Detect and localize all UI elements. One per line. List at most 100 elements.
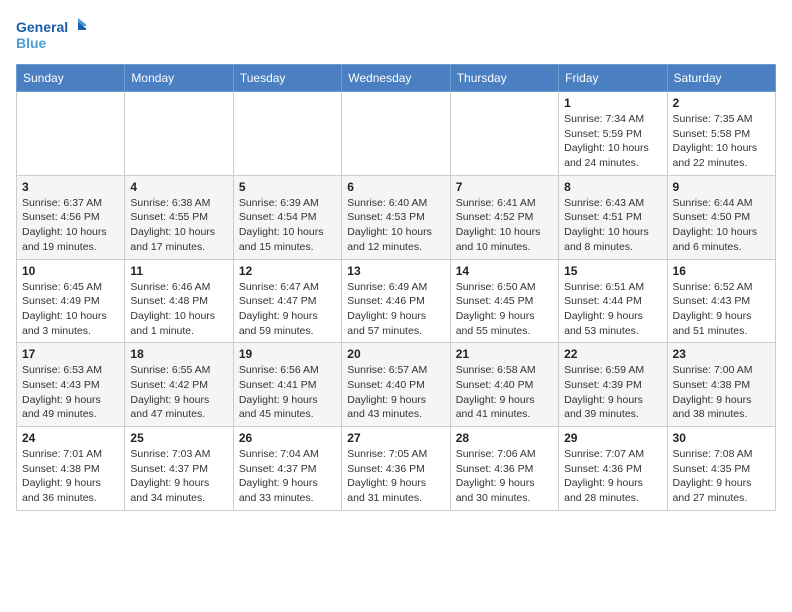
day-info: Sunrise: 6:46 AMSunset: 4:48 PMDaylight:… [130, 280, 227, 339]
day-info: Sunrise: 6:45 AMSunset: 4:49 PMDaylight:… [22, 280, 119, 339]
calendar-cell: 8 Sunrise: 6:43 AMSunset: 4:51 PMDaylight… [559, 175, 667, 259]
day-number: 15 [564, 264, 661, 278]
calendar-cell [125, 92, 233, 176]
calendar-cell: 5 Sunrise: 6:39 AMSunset: 4:54 PMDaylight… [233, 175, 341, 259]
calendar-cell: 26 Sunrise: 7:04 AMSunset: 4:37 PMDayligh… [233, 427, 341, 511]
svg-text:Blue: Blue [16, 35, 47, 51]
day-number: 27 [347, 431, 444, 445]
day-info: Sunrise: 6:55 AMSunset: 4:42 PMDaylight:… [130, 363, 227, 422]
calendar-cell [342, 92, 450, 176]
calendar-cell: 24 Sunrise: 7:01 AMSunset: 4:38 PMDayligh… [17, 427, 125, 511]
day-number: 20 [347, 347, 444, 361]
calendar-cell: 13 Sunrise: 6:49 AMSunset: 4:46 PMDayligh… [342, 259, 450, 343]
day-number: 9 [673, 180, 770, 194]
calendar-cell: 21 Sunrise: 6:58 AMSunset: 4:40 PMDayligh… [450, 343, 558, 427]
day-number: 30 [673, 431, 770, 445]
day-info: Sunrise: 7:00 AMSunset: 4:38 PMDaylight:… [673, 363, 770, 422]
calendar-cell: 16 Sunrise: 6:52 AMSunset: 4:43 PMDayligh… [667, 259, 775, 343]
logo: General Blue [16, 16, 86, 56]
day-number: 10 [22, 264, 119, 278]
calendar-cell: 20 Sunrise: 6:57 AMSunset: 4:40 PMDayligh… [342, 343, 450, 427]
day-info: Sunrise: 6:50 AMSunset: 4:45 PMDaylight:… [456, 280, 553, 339]
calendar-cell: 25Sunrise: 7:03 AMSunset: 4:37 PMDayligh… [125, 427, 233, 511]
logo-svg: General Blue [16, 16, 86, 56]
day-number: 13 [347, 264, 444, 278]
page-header: General Blue [16, 16, 776, 56]
day-info: Sunrise: 6:44 AMSunset: 4:50 PMDaylight:… [673, 196, 770, 255]
day-number: 23 [673, 347, 770, 361]
day-header-thursday: Thursday [450, 65, 558, 92]
day-number: 16 [673, 264, 770, 278]
day-header-sunday: Sunday [17, 65, 125, 92]
day-info: Sunrise: 6:39 AMSunset: 4:54 PMDaylight:… [239, 196, 336, 255]
calendar-week-1: 1 Sunrise: 7:34 AMSunset: 5:59 PMDaylight… [17, 92, 776, 176]
day-header-tuesday: Tuesday [233, 65, 341, 92]
day-info: Sunrise: 7:03 AMSunset: 4:37 PMDaylight:… [130, 447, 227, 506]
day-info: Sunrise: 7:05 AMSunset: 4:36 PMDaylight:… [347, 447, 444, 506]
day-info: Sunrise: 6:52 AMSunset: 4:43 PMDaylight:… [673, 280, 770, 339]
calendar-cell [17, 92, 125, 176]
calendar-cell: 28 Sunrise: 7:06 AMSunset: 4:36 PMDayligh… [450, 427, 558, 511]
calendar-header-row: SundayMondayTuesdayWednesdayThursdayFrid… [17, 65, 776, 92]
day-number: 4 [130, 180, 227, 194]
day-info: Sunrise: 6:43 AMSunset: 4:51 PMDaylight:… [564, 196, 661, 255]
day-number: 1 [564, 96, 661, 110]
day-info: Sunrise: 6:58 AMSunset: 4:40 PMDaylight:… [456, 363, 553, 422]
day-info: Sunrise: 6:53 AMSunset: 4:43 PMDaylight:… [22, 363, 119, 422]
day-info: Sunrise: 6:38 AMSunset: 4:55 PMDaylight:… [130, 196, 227, 255]
calendar-cell [450, 92, 558, 176]
calendar-table: SundayMondayTuesdayWednesdayThursdayFrid… [16, 64, 776, 511]
calendar-cell: 15 Sunrise: 6:51 AMSunset: 4:44 PMDayligh… [559, 259, 667, 343]
day-number: 8 [564, 180, 661, 194]
calendar-cell: 22Sunrise: 6:59 AMSunset: 4:39 PMDayligh… [559, 343, 667, 427]
day-header-saturday: Saturday [667, 65, 775, 92]
calendar-week-3: 10 Sunrise: 6:45 AMSunset: 4:49 PMDayligh… [17, 259, 776, 343]
day-info: Sunrise: 7:04 AMSunset: 4:37 PMDaylight:… [239, 447, 336, 506]
day-info: Sunrise: 7:01 AMSunset: 4:38 PMDaylight:… [22, 447, 119, 506]
day-info: Sunrise: 6:56 AMSunset: 4:41 PMDaylight:… [239, 363, 336, 422]
calendar-cell: 10 Sunrise: 6:45 AMSunset: 4:49 PMDayligh… [17, 259, 125, 343]
day-number: 24 [22, 431, 119, 445]
calendar-cell: 4 Sunrise: 6:38 AMSunset: 4:55 PMDaylight… [125, 175, 233, 259]
day-info: Sunrise: 7:06 AMSunset: 4:36 PMDaylight:… [456, 447, 553, 506]
day-info: Sunrise: 6:51 AMSunset: 4:44 PMDaylight:… [564, 280, 661, 339]
day-number: 22 [564, 347, 661, 361]
day-info: Sunrise: 6:57 AMSunset: 4:40 PMDaylight:… [347, 363, 444, 422]
day-number: 28 [456, 431, 553, 445]
calendar-cell: 29 Sunrise: 7:07 AMSunset: 4:36 PMDayligh… [559, 427, 667, 511]
calendar-cell [233, 92, 341, 176]
calendar-week-4: 17 Sunrise: 6:53 AMSunset: 4:43 PMDayligh… [17, 343, 776, 427]
day-info: Sunrise: 7:07 AMSunset: 4:36 PMDaylight:… [564, 447, 661, 506]
day-number: 11 [130, 264, 227, 278]
calendar-week-5: 24 Sunrise: 7:01 AMSunset: 4:38 PMDayligh… [17, 427, 776, 511]
day-info: Sunrise: 6:49 AMSunset: 4:46 PMDaylight:… [347, 280, 444, 339]
day-info: Sunrise: 7:08 AMSunset: 4:35 PMDaylight:… [673, 447, 770, 506]
day-number: 26 [239, 431, 336, 445]
calendar-cell: 6Sunrise: 6:40 AMSunset: 4:53 PMDaylight… [342, 175, 450, 259]
day-info: Sunrise: 6:41 AMSunset: 4:52 PMDaylight:… [456, 196, 553, 255]
calendar-cell: 27 Sunrise: 7:05 AMSunset: 4:36 PMDayligh… [342, 427, 450, 511]
day-number: 29 [564, 431, 661, 445]
calendar-cell: 11 Sunrise: 6:46 AMSunset: 4:48 PMDayligh… [125, 259, 233, 343]
day-header-friday: Friday [559, 65, 667, 92]
calendar-cell: 7 Sunrise: 6:41 AMSunset: 4:52 PMDaylight… [450, 175, 558, 259]
day-number: 6 [347, 180, 444, 194]
day-number: 2 [673, 96, 770, 110]
calendar-cell: 3Sunrise: 6:37 AMSunset: 4:56 PMDaylight… [17, 175, 125, 259]
day-number: 7 [456, 180, 553, 194]
day-number: 12 [239, 264, 336, 278]
calendar-cell: 30 Sunrise: 7:08 AMSunset: 4:35 PMDayligh… [667, 427, 775, 511]
calendar-cell: 12Sunrise: 6:47 AMSunset: 4:47 PMDayligh… [233, 259, 341, 343]
day-number: 5 [239, 180, 336, 194]
calendar-cell: 14 Sunrise: 6:50 AMSunset: 4:45 PMDayligh… [450, 259, 558, 343]
day-number: 14 [456, 264, 553, 278]
day-header-wednesday: Wednesday [342, 65, 450, 92]
day-number: 21 [456, 347, 553, 361]
calendar-cell: 17 Sunrise: 6:53 AMSunset: 4:43 PMDayligh… [17, 343, 125, 427]
day-number: 17 [22, 347, 119, 361]
day-info: Sunrise: 7:34 AMSunset: 5:59 PMDaylight:… [564, 112, 661, 171]
calendar-cell: 9 Sunrise: 6:44 AMSunset: 4:50 PMDaylight… [667, 175, 775, 259]
calendar-cell: 19Sunrise: 6:56 AMSunset: 4:41 PMDayligh… [233, 343, 341, 427]
day-header-monday: Monday [125, 65, 233, 92]
calendar-cell: 2Sunrise: 7:35 AMSunset: 5:58 PMDaylight… [667, 92, 775, 176]
